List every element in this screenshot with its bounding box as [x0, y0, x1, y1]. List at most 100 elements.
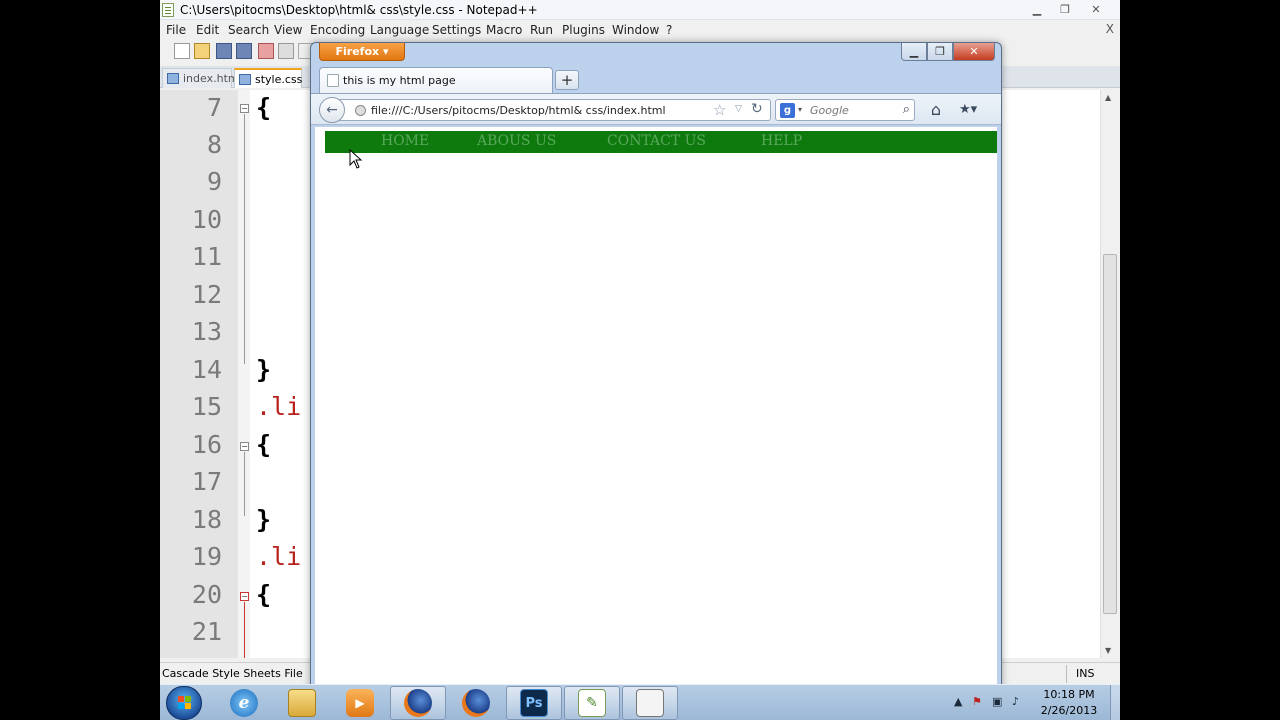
ff-minimize-button[interactable]: ▁ [901, 43, 927, 61]
photoshop-icon: Ps [520, 689, 548, 717]
fold-toggle-icon[interactable]: − [240, 104, 249, 113]
status-separator [1066, 665, 1067, 683]
menu-settings[interactable]: Settings [432, 23, 481, 37]
line-number: 13 [191, 317, 222, 346]
fold-toggle-icon[interactable]: − [240, 442, 249, 451]
new-tab-button[interactable]: + [555, 70, 579, 90]
file-type-label: Cascade Style Sheets File [162, 667, 303, 680]
menu-edit[interactable]: Edit [196, 23, 219, 37]
clock-time[interactable]: 10:18 PM [1038, 688, 1100, 701]
fold-line [244, 114, 245, 364]
menu-run[interactable]: Run [530, 23, 553, 37]
line-number: 17 [191, 467, 222, 496]
menu-window[interactable]: Window [612, 23, 659, 37]
address-bar[interactable]: file:///C:/Users/pitocms/Desktop/html& c… [339, 99, 771, 121]
close-all-icon[interactable] [278, 43, 294, 59]
nav-link-contact-us[interactable]: CONTACT US [607, 133, 706, 149]
search-box[interactable]: g ▾ Google ⌕ [775, 99, 915, 121]
nav-link-help[interactable]: HELP [761, 133, 802, 149]
folder-icon [288, 689, 316, 717]
fold-line [244, 452, 245, 516]
firefox-menu-label: Firefox [335, 45, 380, 58]
home-button[interactable]: ⌂ [925, 99, 947, 121]
line-number: 16 [191, 430, 222, 459]
line-number: 11 [191, 242, 222, 271]
close-document-button[interactable]: X [1106, 22, 1114, 36]
menu-view[interactable]: View [274, 23, 302, 37]
network-icon[interactable]: ▣ [992, 695, 1002, 708]
new-file-icon[interactable] [174, 43, 190, 59]
npp-close-button[interactable]: ✕ [1080, 1, 1112, 17]
nav-link-home[interactable]: HOME [381, 133, 429, 149]
taskbar-file-explorer[interactable] [274, 686, 330, 720]
history-dropdown-icon[interactable]: ▽ [735, 104, 742, 114]
back-button[interactable]: ← [319, 97, 345, 123]
firefox-icon [404, 689, 432, 717]
menu-encoding[interactable]: Encoding [310, 23, 365, 37]
engine-dropdown-icon[interactable]: ▾ [798, 105, 802, 114]
home-icon: ⌂ [930, 100, 942, 119]
line-number: 20 [191, 580, 222, 609]
bookmark-star-icon[interactable]: ☆ [713, 101, 726, 119]
nav-link-about-us[interactable]: ABOUS US [477, 133, 556, 149]
show-desktop-button[interactable] [1110, 685, 1120, 720]
tab-index-html[interactable]: index.html [162, 68, 242, 88]
scroll-down-icon[interactable]: ▼ [1105, 646, 1111, 655]
show-hidden-icons-icon[interactable]: ▲ [954, 695, 962, 708]
bookmarks-button[interactable]: ★▾ [959, 99, 991, 121]
clock-date[interactable]: 2/26/2013 [1038, 704, 1100, 717]
fold-toggle-icon[interactable]: − [240, 592, 249, 601]
volume-icon[interactable]: ♪ [1012, 695, 1019, 708]
globe-icon [355, 105, 366, 116]
taskbar-photoshop[interactable]: Ps [506, 686, 562, 720]
code-line: { [256, 430, 272, 459]
open-file-icon[interactable] [194, 43, 210, 59]
taskbar-notepad-plus-plus[interactable]: ✎ [564, 686, 620, 720]
line-number: 19 [191, 542, 222, 571]
firefox-menu-button[interactable]: Firefox ▾ [319, 43, 405, 61]
media-player-icon: ▶ [346, 689, 374, 717]
save-icon[interactable] [216, 43, 232, 59]
line-number: 12 [191, 280, 222, 309]
taskbar-firefox[interactable] [390, 686, 446, 720]
action-center-flag-icon[interactable]: ⚑ [972, 695, 982, 708]
tab-style-css[interactable]: style.css [234, 68, 302, 88]
ff-restore-button[interactable]: ❐ [927, 43, 953, 61]
save-all-icon[interactable] [236, 43, 252, 59]
taskbar-internet-explorer[interactable]: e [216, 686, 272, 720]
menu-language[interactable]: Language [370, 23, 429, 37]
browser-tab[interactable]: this is my html page [319, 67, 553, 93]
system-tray: ▲ ⚑ ▣ ♪ 10:18 PM 2/26/2013 [950, 685, 1120, 720]
reload-icon[interactable]: ↻ [751, 101, 763, 117]
chevron-down-icon: ▾ [970, 102, 978, 117]
menu-plugins[interactable]: Plugins [562, 23, 605, 37]
npp-minimize-button[interactable]: ▁ [1024, 1, 1050, 17]
line-number: 8 [206, 130, 222, 159]
taskbar-window-app[interactable] [622, 686, 678, 720]
code-line: .li [256, 392, 302, 421]
close-file-icon[interactable] [258, 43, 274, 59]
scroll-up-icon[interactable]: ▲ [1105, 93, 1111, 102]
taskbar-media-player[interactable]: ▶ [332, 686, 388, 720]
ff-close-button[interactable]: ✕ [953, 43, 995, 61]
npp-titlebar[interactable]: C:\Users\pitocms\Desktop\html& css\style… [160, 0, 1120, 20]
npp-restore-button[interactable]: ❐ [1052, 1, 1078, 17]
notepad-plus-plus-icon: ✎ [578, 689, 606, 717]
start-button[interactable] [166, 686, 202, 720]
line-number: 14 [191, 355, 222, 384]
menu-macro[interactable]: Macro [486, 23, 522, 37]
firefox-window: Firefox ▾ ▁ ❐ ✕ this is my html page + f… [310, 42, 1002, 692]
url-text: file:///C:/Users/pitocms/Desktop/html& c… [371, 104, 666, 117]
code-line: { [256, 580, 272, 609]
menu-help[interactable]: ? [666, 23, 672, 37]
insert-mode-label: INS [1076, 667, 1095, 680]
scroll-thumb[interactable] [1103, 254, 1117, 614]
chevron-down-icon: ▾ [382, 45, 389, 58]
menu-search[interactable]: Search [228, 23, 269, 37]
magnifier-icon[interactable]: ⌕ [903, 102, 910, 117]
menu-file[interactable]: File [166, 23, 186, 37]
taskbar-firefox-alt[interactable] [448, 686, 504, 720]
fold-line [244, 602, 245, 658]
google-icon[interactable]: g [780, 103, 795, 118]
npp-vertical-scrollbar[interactable]: ▲ ▼ [1100, 90, 1118, 658]
